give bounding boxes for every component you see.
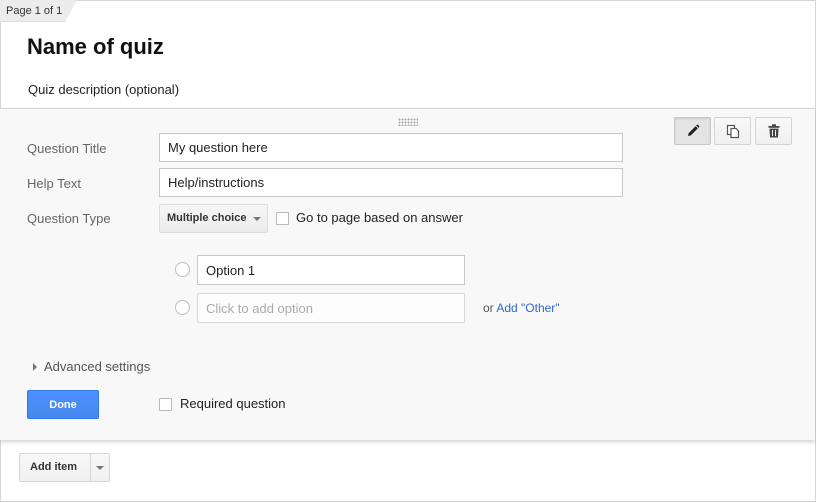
question-title-label: Question Title (27, 141, 107, 156)
question-type-value: Multiple choice (167, 212, 247, 224)
add-item-button[interactable]: Add item (19, 453, 110, 482)
add-option-radio (175, 300, 190, 315)
add-item-label: Add item (30, 461, 78, 473)
option-input[interactable] (197, 255, 465, 285)
help-text-label: Help Text (27, 176, 81, 191)
go-to-page-checkbox[interactable] (276, 212, 289, 225)
add-option-input[interactable] (197, 293, 465, 323)
question-editor-card: Question Title Help Text Question Type M… (0, 108, 815, 440)
quiz-title[interactable]: Name of quiz (27, 34, 164, 60)
add-other-link[interactable]: Add "Other" (496, 301, 559, 315)
trash-icon (768, 124, 779, 138)
triangle-right-icon (33, 362, 37, 371)
page-indicator: Page 1 of 1 (0, 0, 78, 22)
question-type-label: Question Type (27, 211, 111, 226)
delete-question-button[interactable] (755, 117, 792, 145)
option-radio (175, 262, 190, 277)
question-type-dropdown[interactable]: Multiple choice (159, 204, 268, 233)
help-text-input[interactable] (159, 168, 623, 197)
required-checkbox[interactable] (159, 398, 172, 411)
advanced-settings-toggle[interactable]: Advanced settings (33, 359, 150, 374)
caret-down-icon[interactable] (96, 466, 104, 470)
advanced-settings-label: Advanced settings (44, 359, 151, 374)
quiz-description[interactable]: Quiz description (optional) (28, 82, 179, 97)
caret-down-icon (253, 217, 261, 221)
required-label: Required question (180, 396, 286, 411)
drag-handle-icon[interactable] (398, 118, 418, 126)
edit-question-button[interactable] (674, 117, 711, 145)
go-to-page-label: Go to page based on answer (296, 210, 463, 225)
add-other-row: or Add "Other" (483, 301, 560, 315)
done-button[interactable]: Done (27, 390, 99, 419)
question-title-input[interactable] (159, 133, 623, 162)
pencil-icon (687, 124, 699, 136)
duplicate-question-button[interactable] (714, 117, 751, 145)
or-text: or (483, 301, 494, 315)
divider (90, 454, 91, 481)
duplicate-icon (726, 124, 739, 138)
